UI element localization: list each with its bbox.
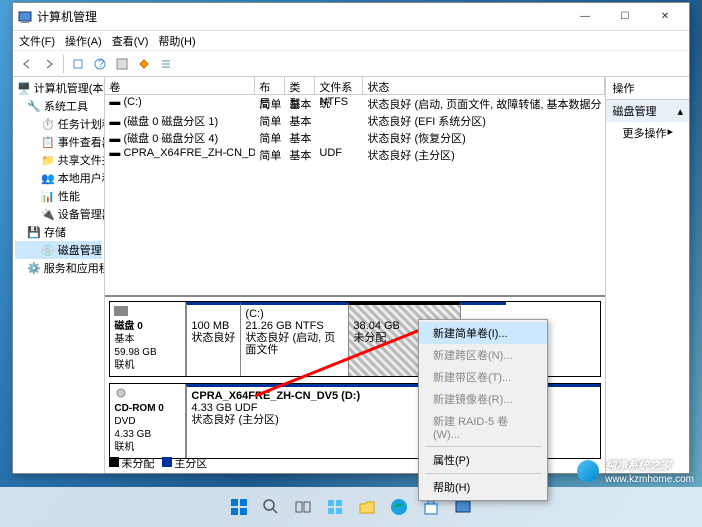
tree-storage[interactable]: 💾存储	[15, 223, 102, 241]
disk-0-info: 磁盘 0 基本 59.98 GB 联机	[110, 302, 186, 376]
legend: 未分配 主分区	[109, 455, 207, 471]
perf-icon: 📊	[41, 189, 55, 203]
menubar: 文件(F) 操作(A) 查看(V) 帮助(H)	[13, 31, 689, 51]
partition-efi[interactable]: 100 MB状态良好	[186, 302, 240, 376]
storage-icon: 💾	[27, 225, 41, 239]
refresh-button[interactable]	[68, 54, 88, 74]
app-icon	[17, 9, 33, 25]
settings-button[interactable]	[112, 54, 132, 74]
volume-row[interactable]: ▬ (磁盘 0 磁盘分区 1)简单基本状态良好 (EFI 系统分区)	[105, 112, 605, 129]
volume-row[interactable]: ▬ CPRA_X64FRE_ZH-CN_DV5 (D:)简单基本UDF状态良好 …	[105, 146, 605, 163]
watermark-logo-icon	[577, 460, 599, 482]
cdrom-indicator-icon	[114, 388, 181, 402]
tree-sharedfolders[interactable]: 📁共享文件夹	[15, 151, 102, 169]
back-button[interactable]	[17, 54, 37, 74]
nav-tree[interactable]: 🖥️计算机管理(本地) 🔧系统工具 ⏱️任务计划程序 📋事件查看器 📁共享文件夹…	[13, 77, 105, 473]
computer-icon: 🖥️	[17, 81, 31, 95]
header-layout[interactable]: 布局	[255, 77, 285, 94]
list-icon[interactable]	[156, 54, 176, 74]
header-volume[interactable]: 卷	[105, 77, 255, 94]
tree-systools[interactable]: 🔧系统工具	[15, 97, 102, 115]
volume-list[interactable]: 卷 布局 类型 文件系统 状态 ▬ (C:)简单基本NTFS状态良好 (启动, …	[105, 77, 605, 297]
menu-new-spanned-volume: 新建跨区卷(N)...	[419, 344, 547, 366]
folder-icon: 📁	[41, 153, 55, 167]
tree-devmgr[interactable]: 🔌设备管理器	[15, 205, 102, 223]
disk-indicator-icon	[114, 306, 181, 320]
menu-file[interactable]: 文件(F)	[19, 33, 55, 49]
start-button[interactable]	[225, 493, 253, 521]
tools-icon: 🔧	[27, 99, 41, 113]
actions-more[interactable]: 更多操作▸	[606, 122, 689, 144]
device-icon: 🔌	[41, 207, 55, 221]
search-icon[interactable]	[257, 493, 285, 521]
cdrom-info: CD-ROM 0 DVD 4.33 GB 联机	[110, 384, 186, 458]
titlebar[interactable]: 计算机管理 — ☐ ✕	[13, 3, 689, 31]
chevron-right-icon: ▸	[667, 125, 673, 141]
watermark: 纯净系统之家www.kzmhome.com	[577, 457, 694, 485]
actions-pane: 操作 磁盘管理▴ 更多操作▸	[606, 77, 689, 473]
menu-help[interactable]: 帮助(H)	[419, 476, 547, 498]
toolbar: ?	[13, 51, 689, 77]
actions-title[interactable]: 磁盘管理▴	[606, 100, 689, 122]
menu-help[interactable]: 帮助(H)	[158, 33, 195, 49]
context-menu: 新建简单卷(I)... 新建跨区卷(N)... 新建带区卷(T)... 新建镜像…	[418, 319, 548, 501]
maximize-button[interactable]: ☐	[605, 4, 645, 30]
menu-new-simple-volume[interactable]: 新建简单卷(I)...	[419, 322, 547, 344]
minimize-button[interactable]: —	[565, 4, 605, 30]
close-button[interactable]: ✕	[645, 4, 685, 30]
menu-properties[interactable]: 属性(P)	[419, 449, 547, 471]
menu-new-raid5-volume: 新建 RAID-5 卷(W)...	[419, 410, 547, 444]
partition-c[interactable]: (C:)21.26 GB NTFS状态良好 (启动, 页面文件	[240, 302, 348, 376]
header-fs[interactable]: 文件系统	[315, 77, 363, 94]
tree-diskmgmt[interactable]: 💿磁盘管理	[15, 241, 102, 259]
computer-management-window: 计算机管理 — ☐ ✕ 文件(F) 操作(A) 查看(V) 帮助(H) ? 🖥️…	[12, 2, 690, 474]
taskview-icon[interactable]	[289, 493, 317, 521]
menu-action[interactable]: 操作(A)	[65, 33, 102, 49]
actions-header: 操作	[606, 77, 689, 100]
volume-row[interactable]: ▬ (磁盘 0 磁盘分区 4)简单基本状态良好 (恢复分区)	[105, 129, 605, 146]
taskbar[interactable]	[0, 487, 702, 527]
volume-row[interactable]: ▬ (C:)简单基本NTFS状态良好 (启动, 页面文件, 故障转储, 基本数据…	[105, 95, 605, 112]
tree-localusers[interactable]: 👥本地用户和组	[15, 169, 102, 187]
svg-text:?: ?	[98, 58, 104, 70]
widgets-icon[interactable]	[321, 493, 349, 521]
tree-root[interactable]: 🖥️计算机管理(本地)	[15, 79, 102, 97]
menu-view[interactable]: 查看(V)	[112, 33, 149, 49]
action-icon[interactable]	[134, 54, 154, 74]
edge-icon[interactable]	[385, 493, 413, 521]
menu-new-striped-volume: 新建带区卷(T)...	[419, 366, 547, 388]
explorer-icon[interactable]	[353, 493, 381, 521]
disk-icon: 💿	[41, 243, 55, 257]
tree-performance[interactable]: 📊性能	[15, 187, 102, 205]
header-status[interactable]: 状态	[363, 77, 605, 94]
services-icon: ⚙️	[27, 261, 41, 275]
volume-headers: 卷 布局 类型 文件系统 状态	[105, 77, 605, 95]
help-button[interactable]: ?	[90, 54, 110, 74]
window-title: 计算机管理	[37, 8, 565, 25]
tree-taskscheduler[interactable]: ⏱️任务计划程序	[15, 115, 102, 133]
tree-eventviewer[interactable]: 📋事件查看器	[15, 133, 102, 151]
forward-button[interactable]	[39, 54, 59, 74]
collapse-icon: ▴	[677, 105, 683, 118]
header-type[interactable]: 类型	[285, 77, 315, 94]
tree-services[interactable]: ⚙️服务和应用程序	[15, 259, 102, 277]
event-icon: 📋	[41, 135, 55, 149]
menu-new-mirror-volume: 新建镜像卷(R)...	[419, 388, 547, 410]
users-icon: 👥	[41, 171, 55, 185]
clock-icon: ⏱️	[41, 117, 55, 131]
